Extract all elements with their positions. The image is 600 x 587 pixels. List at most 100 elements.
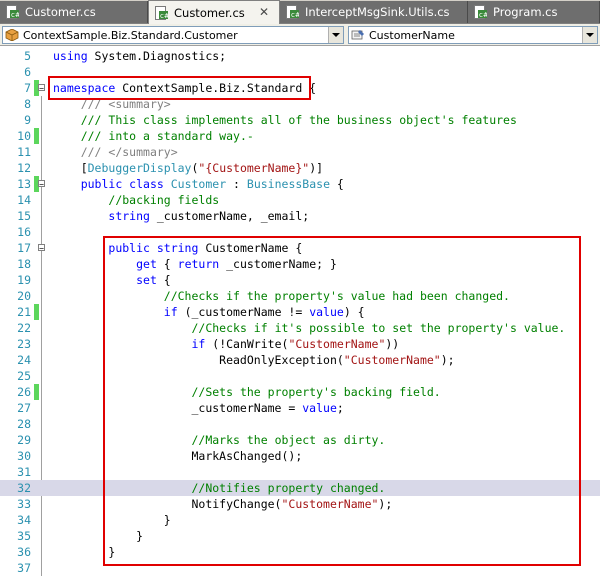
- code-line[interactable]: 15 string _customerName, _email;: [0, 208, 600, 224]
- line-number: 12: [17, 161, 31, 175]
- code-token: public string: [108, 241, 199, 255]
- code-line[interactable]: 18 get { return _customerName; }: [0, 256, 600, 272]
- code-token: CustomerName {: [198, 241, 303, 255]
- code-line[interactable]: 26 //Sets the property's backing field.: [0, 384, 600, 400]
- code-token: ;: [336, 401, 344, 415]
- tab-program-cs[interactable]: c# Program.cs: [468, 1, 600, 23]
- code-line[interactable]: 27 _customerName = value;: [0, 400, 600, 416]
- close-tab-icon[interactable]: ✕: [259, 5, 269, 19]
- code-text: //Checks if the property's value had bee…: [53, 288, 510, 304]
- code-line[interactable]: 11 /// </summary>: [0, 144, 600, 160]
- code-token: ReadOnlyException(: [53, 353, 344, 367]
- code-editor[interactable]: 5 using System.Diagnostics; 6 7− namespace C…: [0, 46, 600, 587]
- line-number: 17: [17, 241, 31, 255]
- code-text: /// This class implements all of the bus…: [53, 112, 517, 128]
- csharp-file-icon: c#: [155, 6, 170, 20]
- code-token: DebuggerDisplay: [87, 161, 192, 175]
- code-token: /// <summary>: [80, 97, 171, 111]
- line-number: 6: [24, 65, 31, 79]
- code-line[interactable]: 8 /// <summary>: [0, 96, 600, 112]
- code-token: ) {: [343, 305, 365, 319]
- line-number: 13: [17, 177, 31, 191]
- code-line[interactable]: 14 //backing fields: [0, 192, 600, 208]
- code-line[interactable]: 37: [0, 560, 600, 576]
- code-line[interactable]: 33 NotifyChange("CustomerName");: [0, 496, 600, 512]
- code-text: MarkAsChanged();: [53, 448, 302, 464]
- code-token: //Checks if the property's value had bee…: [163, 289, 510, 303]
- code-token: set: [136, 273, 157, 287]
- code-text: public string CustomerName {: [53, 240, 302, 256]
- code-line[interactable]: 5 using System.Diagnostics;: [0, 48, 600, 64]
- chevron-down-icon[interactable]: [582, 27, 597, 43]
- code-line[interactable]: 17− public string CustomerName {: [0, 240, 600, 256]
- code-token: /// into a standard way.-: [80, 129, 254, 143]
- tab-customer-cs-1[interactable]: c# Customer.cs: [0, 1, 148, 23]
- code-line[interactable]: 31: [0, 464, 600, 480]
- code-token: ContextSample.Biz.Standard {: [115, 81, 317, 95]
- type-selector-dropdown[interactable]: ContextSample.Biz.Standard.Customer: [2, 26, 344, 44]
- code-line[interactable]: 21 if (_customerName != value) {: [0, 304, 600, 320]
- code-text: NotifyChange("CustomerName");: [53, 496, 392, 512]
- member-selector-dropdown[interactable]: CustomerName: [348, 26, 598, 44]
- code-token: NotifyChange(: [53, 497, 282, 511]
- code-line[interactable]: 13− public class Customer : BusinessBase…: [0, 176, 600, 192]
- code-line[interactable]: 30 MarkAsChanged();: [0, 448, 600, 464]
- code-text: }: [53, 544, 115, 560]
- line-number: 23: [17, 337, 31, 351]
- line-number: 32: [17, 481, 31, 495]
- code-line[interactable]: 10 /// into a standard way.-: [0, 128, 600, 144]
- line-number: 33: [17, 497, 31, 511]
- code-text: _customerName = value;: [53, 400, 344, 416]
- code-line[interactable]: 25: [0, 368, 600, 384]
- code-line[interactable]: 20 //Checks if the property's value had …: [0, 288, 600, 304]
- type-selector-value: ContextSample.Biz.Standard.Customer: [23, 28, 238, 42]
- code-line[interactable]: 36 }: [0, 544, 600, 560]
- tab-customer-cs-2[interactable]: c# Customer.cs ✕: [148, 0, 280, 25]
- code-line[interactable]: 34 }: [0, 512, 600, 528]
- collapse-region-icon[interactable]: −: [38, 180, 45, 189]
- chevron-down-icon[interactable]: [328, 27, 343, 43]
- code-token: get: [136, 257, 157, 271]
- collapse-region-icon[interactable]: −: [38, 244, 45, 253]
- tab-interceptmsgsink-utils-cs[interactable]: c# InterceptMsgSink.Utils.cs: [280, 1, 468, 23]
- code-token: {: [156, 273, 171, 287]
- code-line[interactable]: 28: [0, 416, 600, 432]
- code-line[interactable]: 29 //Marks the object as dirty.: [0, 432, 600, 448]
- navigation-bar: ContextSample.Biz.Standard.Customer Cust…: [0, 24, 600, 46]
- code-line[interactable]: 12 [DebuggerDisplay("{CustomerName}")]: [0, 160, 600, 176]
- line-number: 36: [17, 545, 31, 559]
- code-token: )): [385, 337, 400, 351]
- code-token: //Marks the object as dirty.: [191, 433, 386, 447]
- code-token: [: [53, 161, 88, 175]
- csharp-file-icon: c#: [474, 5, 489, 19]
- code-line[interactable]: 24 ReadOnlyException("CustomerName");: [0, 352, 600, 368]
- code-line[interactable]: 7− namespace ContextSample.Biz.Standard {: [0, 80, 600, 96]
- code-text: if (!CanWrite("CustomerName")): [53, 336, 399, 352]
- code-text: //Notifies property changed.: [53, 480, 385, 496]
- tab-label: InterceptMsgSink.Utils.cs: [305, 5, 450, 19]
- code-line[interactable]: 19 set {: [0, 272, 600, 288]
- code-line[interactable]: 32 //Notifies property changed.: [0, 480, 600, 496]
- code-token: );: [440, 353, 455, 367]
- code-line[interactable]: 35 }: [0, 528, 600, 544]
- code-line[interactable]: 6: [0, 64, 600, 80]
- code-line[interactable]: 22 //Checks if it's possible to set the …: [0, 320, 600, 336]
- code-line[interactable]: 23 if (!CanWrite("CustomerName")): [0, 336, 600, 352]
- code-token: value: [302, 401, 337, 415]
- code-line[interactable]: 16: [0, 224, 600, 240]
- code-token: namespace: [53, 81, 116, 95]
- line-number: 9: [24, 113, 31, 127]
- code-text: using System.Diagnostics;: [53, 48, 226, 64]
- line-number: 15: [17, 209, 31, 223]
- code-line[interactable]: 9 /// This class implements all of the b…: [0, 112, 600, 128]
- collapse-region-icon[interactable]: −: [38, 84, 45, 93]
